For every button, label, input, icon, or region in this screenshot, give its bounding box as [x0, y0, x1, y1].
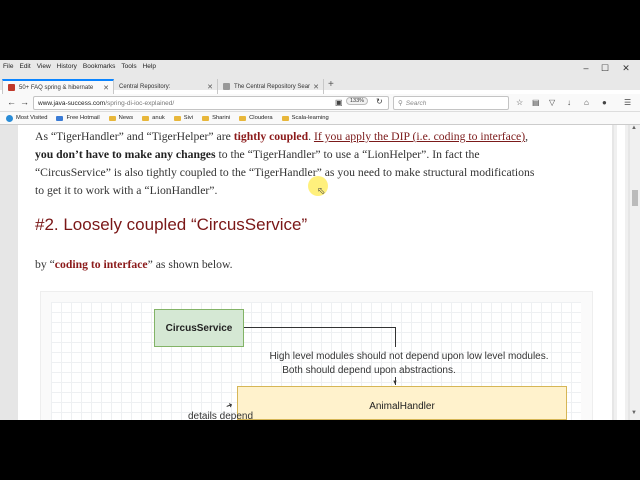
- mouse-pointer-icon: ⬁: [317, 186, 326, 197]
- folder-icon: [108, 115, 116, 121]
- scroll-down-icon[interactable]: ▼: [631, 410, 637, 416]
- account-icon[interactable]: ●: [602, 98, 607, 107]
- connector-line: [244, 327, 396, 328]
- hamburger-menu-icon[interactable]: ☰: [624, 98, 631, 107]
- download-icon[interactable]: ↓: [567, 98, 571, 107]
- connector-line: [395, 327, 396, 347]
- menu-bar: File Edit View History Bookmarks Tools H…: [0, 60, 162, 73]
- gear-icon: [6, 114, 13, 122]
- line-1: As “TigerHandler” and “TigerHelper” are …: [35, 130, 529, 143]
- folder-icon: [142, 115, 150, 121]
- page-favicon-icon: [223, 83, 230, 90]
- tab-strip: 50+ FAQ spring & hibernate ✕ Central Rep…: [0, 79, 640, 94]
- page-icon: [56, 115, 64, 121]
- reader-view-icon[interactable]: ▣: [335, 98, 343, 107]
- reload-icon[interactable]: ↻: [376, 97, 383, 106]
- animal-handler-box: AnimalHandler: [237, 386, 567, 420]
- dip-note-line-2: Both should depend upon abstractions.: [282, 365, 456, 376]
- bookmark-free-hotmail[interactable]: Free Hotmail: [56, 115, 100, 121]
- menu-tools[interactable]: Tools: [121, 63, 136, 70]
- bookmark-most-visited[interactable]: Most Visited: [6, 114, 47, 122]
- bookmark-cloudera[interactable]: Cloudera: [239, 115, 273, 121]
- close-tab-icon[interactable]: ✕: [207, 83, 213, 91]
- details-depend-label: details depend: [188, 411, 254, 420]
- line-2: you don’t have to make any changes to th…: [35, 148, 480, 161]
- tab-title: 50+ FAQ spring & hibernate: [19, 84, 94, 91]
- minimize-icon[interactable]: –: [577, 63, 595, 73]
- scroll-up-icon[interactable]: ▲: [631, 125, 637, 131]
- paragraph-coding-to-interface: by “coding to interface” as shown below.: [35, 258, 233, 271]
- search-icon: ⚲: [398, 100, 403, 107]
- folder-icon: [202, 115, 210, 121]
- tab-spring-faq[interactable]: 50+ FAQ spring & hibernate ✕: [2, 79, 114, 94]
- window-scrollbar-track[interactable]: [630, 125, 640, 420]
- close-window-icon[interactable]: ✕: [617, 63, 635, 74]
- browser-window: File Edit View History Bookmarks Tools H…: [0, 60, 640, 420]
- bookmark-sivi[interactable]: Sivi: [173, 115, 193, 121]
- circus-service-box: CircusService: [154, 309, 244, 347]
- maximize-icon[interactable]: ☐: [596, 63, 614, 74]
- page-scrollbar-thumb[interactable]: [617, 125, 625, 420]
- dip-link[interactable]: If you apply the DIP (i.e. coding to int…: [314, 130, 525, 143]
- menu-view[interactable]: View: [37, 63, 51, 70]
- tab-title: Central Repository:: [119, 83, 171, 90]
- menu-file[interactable]: File: [3, 63, 13, 70]
- menu-edit[interactable]: Edit: [19, 63, 30, 70]
- forward-arrow-icon[interactable]: →: [20, 97, 29, 107]
- url-path: /spring-di-ioc-explained/: [105, 99, 175, 107]
- bookmark-news[interactable]: News: [108, 115, 133, 121]
- zoom-level-badge[interactable]: 133%: [346, 97, 369, 105]
- bookmarks-bar: Most Visited Free Hotmail News anuk Sivi…: [0, 112, 640, 125]
- tab-title: The Central Repository Sear: [234, 83, 311, 90]
- home-icon[interactable]: ⌂: [584, 98, 589, 107]
- search-placeholder: Search: [405, 99, 427, 107]
- site-favicon-icon: [8, 84, 15, 91]
- menu-history[interactable]: History: [57, 63, 77, 70]
- section-heading: #2. Loosely coupled “CircusService”: [35, 215, 308, 234]
- close-tab-icon[interactable]: ✕: [103, 84, 109, 92]
- new-tab-plus-icon[interactable]: +: [328, 79, 334, 90]
- close-tab-icon[interactable]: ✕: [313, 83, 319, 91]
- star-bookmark-icon[interactable]: ☆: [516, 98, 523, 107]
- folder-icon: [173, 115, 181, 121]
- navigation-bar: ← → www.java-success.com /spring-di-ioc-…: [0, 94, 640, 112]
- bookmark-scala-learning[interactable]: Scala-learning: [281, 115, 329, 121]
- clipboard-icon[interactable]: ▤: [532, 98, 540, 107]
- tab-central-repository[interactable]: Central Repository: ✕: [114, 79, 218, 94]
- window-scrollbar-thumb[interactable]: [632, 190, 638, 206]
- folder-icon: [239, 115, 247, 121]
- dip-note-line-1: High level modules should not depend upo…: [269, 351, 549, 362]
- folder-icon: [281, 115, 289, 121]
- tab-central-repository-search[interactable]: The Central Repository Sear ✕: [218, 79, 324, 94]
- pocket-icon[interactable]: ▽: [549, 98, 555, 107]
- menu-bookmarks[interactable]: Bookmarks: [83, 63, 116, 70]
- back-arrow-icon[interactable]: ←: [7, 97, 16, 107]
- search-input[interactable]: ⚲ Search: [393, 96, 509, 110]
- url-host: www.java-success.com: [38, 99, 106, 107]
- menu-help[interactable]: Help: [143, 63, 156, 70]
- bookmark-anuk[interactable]: anuk: [142, 115, 165, 121]
- bookmark-sharini[interactable]: Sharini: [202, 115, 230, 121]
- title-bar: File Edit View History Bookmarks Tools H…: [0, 60, 640, 94]
